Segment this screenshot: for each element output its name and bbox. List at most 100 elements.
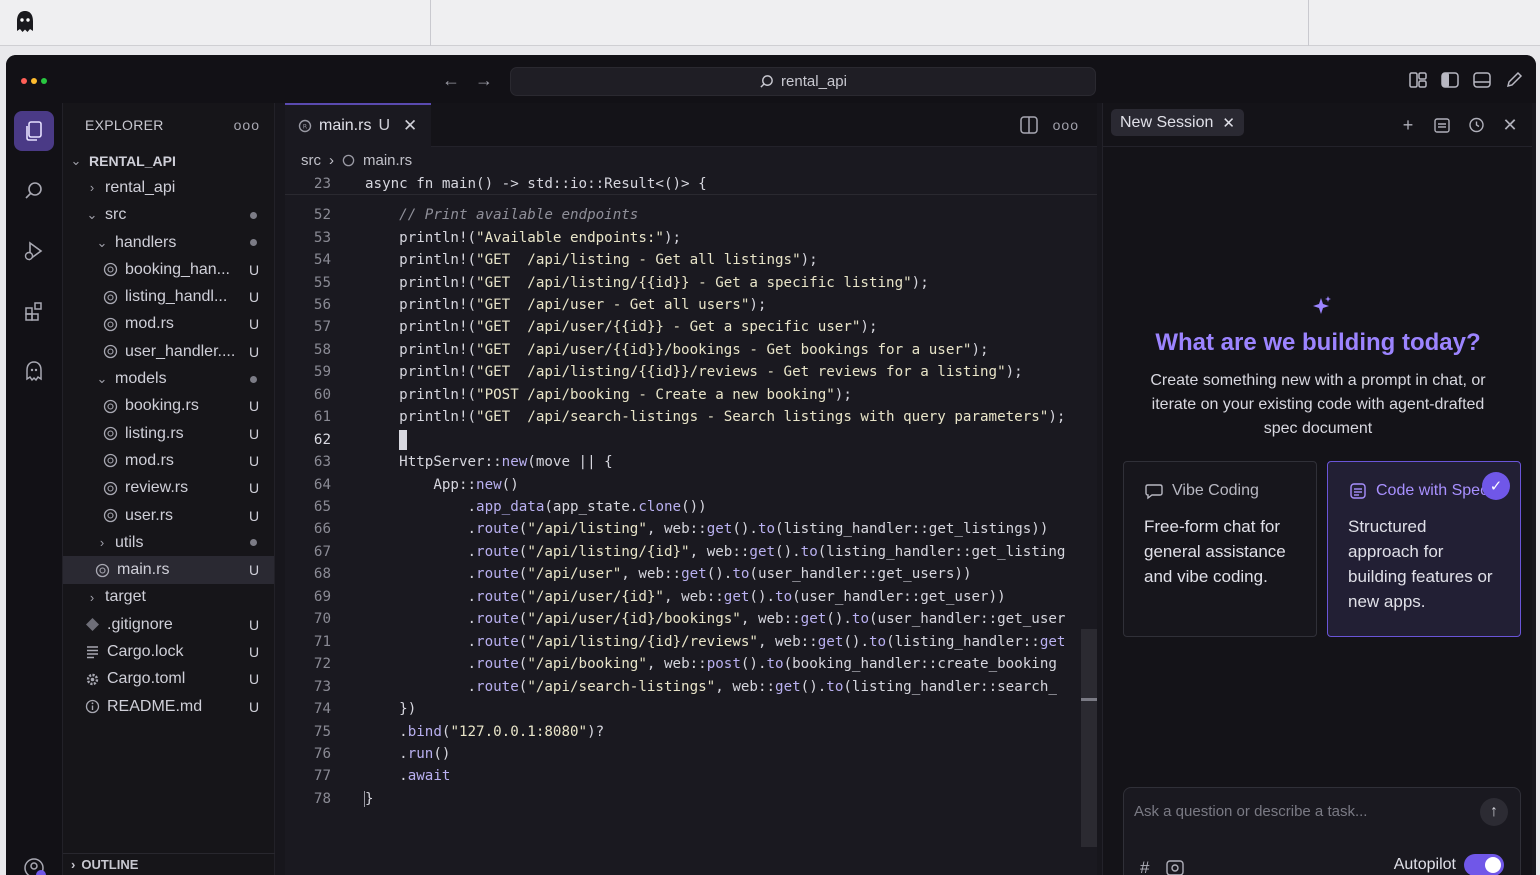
code-line[interactable]: 60 println!("POST /api/booking - Create … bbox=[285, 384, 1097, 406]
editor-group: R main.rs U ✕ ooo src › main.rs 23 async… bbox=[285, 103, 1097, 875]
run-debug-activity-button[interactable] bbox=[14, 231, 54, 271]
tree-file[interactable]: listing_handl... U bbox=[63, 283, 274, 310]
code-line[interactable]: 62 bbox=[285, 429, 1097, 451]
tree-file[interactable]: user.rs U bbox=[63, 502, 274, 529]
code-line[interactable]: 74 }) bbox=[285, 698, 1097, 720]
code-line[interactable]: 58 println!("GET /api/user/{{id}}/bookin… bbox=[285, 339, 1097, 361]
code-line[interactable]: 72 .route("/api/booking", web::post().to… bbox=[285, 653, 1097, 675]
explorer-title: EXPLORER bbox=[85, 117, 164, 133]
code-line[interactable]: 77 .await bbox=[285, 765, 1097, 787]
close-panel-icon[interactable]: ✕ bbox=[1500, 115, 1520, 135]
new-session-plus-icon[interactable]: + bbox=[1398, 115, 1418, 135]
history-icon[interactable] bbox=[1466, 115, 1486, 135]
back-arrow-icon[interactable]: ← bbox=[439, 69, 463, 91]
tree-file[interactable]: booking_han... U bbox=[63, 256, 274, 283]
editor-more-icon[interactable]: ooo bbox=[1053, 117, 1079, 133]
code-line[interactable]: 73 .route("/api/search-listings", web::g… bbox=[285, 675, 1097, 697]
tree-file[interactable]: .gitignore U bbox=[63, 611, 274, 638]
tree-file[interactable]: mod.rs U bbox=[63, 447, 274, 474]
outline-section[interactable]: › OUTLINE bbox=[63, 853, 275, 875]
account-icon bbox=[24, 858, 46, 875]
tree-folder[interactable]: ⌄ models bbox=[63, 365, 274, 392]
code-line[interactable]: 76 .run() bbox=[285, 743, 1097, 765]
tree-folder[interactable]: ⌄ src bbox=[63, 202, 274, 229]
tree-file[interactable]: README.md U bbox=[63, 693, 274, 720]
explorer-activity-button[interactable] bbox=[14, 111, 54, 151]
code-line[interactable]: 54 println!("GET /api/listing - Get all … bbox=[285, 249, 1097, 271]
window-controls[interactable] bbox=[21, 78, 47, 84]
forward-arrow-icon[interactable]: → bbox=[472, 69, 496, 91]
explorer-more-button[interactable]: ooo bbox=[234, 117, 260, 133]
code-line[interactable]: 61 println!("GET /api/search-listings - … bbox=[285, 406, 1097, 428]
send-button[interactable]: ↑ bbox=[1480, 798, 1508, 826]
extensions-activity-button[interactable] bbox=[14, 291, 54, 331]
tree-folder[interactable]: › utils bbox=[63, 529, 274, 556]
code-line[interactable]: 68 .route("/api/user", web::get().to(use… bbox=[285, 563, 1097, 585]
tree-file[interactable]: Cargo.lock U bbox=[63, 638, 274, 665]
tree-item-label: target bbox=[105, 588, 146, 606]
tree-file[interactable]: user_handler.... U bbox=[63, 338, 274, 365]
code-line[interactable]: 69 .route("/api/user/{id}", web::get().t… bbox=[285, 586, 1097, 608]
code-line[interactable]: 56 println!("GET /api/user - Get all use… bbox=[285, 294, 1097, 316]
line-number: 64 bbox=[313, 476, 331, 493]
minimize-window-button[interactable] bbox=[31, 78, 37, 84]
code-text: // Print available endpoints bbox=[365, 207, 639, 224]
image-attach-icon[interactable] bbox=[1165, 859, 1185, 875]
tree-file[interactable]: booking.rs U bbox=[63, 393, 274, 420]
sticky-scroll-line[interactable]: 23 async fn main() -> std::io::Result<()… bbox=[285, 173, 1097, 196]
tree-file[interactable]: review.rs U bbox=[63, 475, 274, 502]
session-tab[interactable]: New Session ✕ bbox=[1111, 109, 1244, 136]
session-list-icon[interactable] bbox=[1432, 115, 1452, 135]
tree-folder[interactable]: › target bbox=[63, 584, 274, 611]
code-line[interactable]: 59 println!("GET /api/listing/{{id}}/rev… bbox=[285, 361, 1097, 383]
code-line[interactable]: 67 .route("/api/listing/{id}", web::get(… bbox=[285, 541, 1097, 563]
code-line[interactable]: 78} bbox=[285, 788, 1097, 810]
card-description: Free-form chat for general assistance an… bbox=[1144, 517, 1286, 586]
ghost-icon bbox=[26, 361, 42, 382]
line-number: 76 bbox=[313, 745, 331, 762]
tab-close-icon[interactable]: ✕ bbox=[403, 116, 417, 136]
split-editor-icon[interactable] bbox=[1019, 115, 1039, 135]
customize-layout-icon[interactable] bbox=[1408, 70, 1428, 90]
code-line[interactable]: 75 .bind("127.0.0.1:8080")? bbox=[285, 720, 1097, 742]
code-line[interactable]: 55 println!("GET /api/listing/{{id}} - G… bbox=[285, 271, 1097, 293]
code-line[interactable]: 52 // Print available endpoints bbox=[285, 204, 1097, 226]
tree-file[interactable]: listing.rs U bbox=[63, 420, 274, 447]
code-with-spec-card[interactable]: Code with Spec Structured approach for b… bbox=[1327, 461, 1521, 637]
tree-item-label: user.rs bbox=[125, 506, 174, 524]
tree-file[interactable]: main.rs U bbox=[63, 556, 274, 584]
vibe-coding-card[interactable]: Vibe Coding Free-form chat for general a… bbox=[1123, 461, 1317, 637]
code-line[interactable]: 65 .app_data(app_state.clone()) bbox=[285, 496, 1097, 518]
tree-item-label: .gitignore bbox=[107, 615, 173, 633]
code-line[interactable]: 66 .route("/api/listing", web::get().to(… bbox=[285, 518, 1097, 540]
edit-pencil-icon[interactable] bbox=[1504, 70, 1524, 90]
code-line[interactable]: 64 App::new() bbox=[285, 473, 1097, 495]
hash-context-icon[interactable]: # bbox=[1140, 858, 1149, 875]
close-window-button[interactable] bbox=[21, 78, 27, 84]
code-line[interactable]: 57 println!("GET /api/user/{{id}} - Get … bbox=[285, 316, 1097, 338]
tree-folder[interactable]: › rental_api bbox=[63, 174, 274, 201]
autopilot-toggle[interactable] bbox=[1464, 854, 1504, 875]
close-icon[interactable]: ✕ bbox=[1222, 114, 1235, 132]
tree-folder[interactable]: ⌄ handlers bbox=[63, 229, 274, 256]
code-line[interactable]: 71 .route("/api/listing/{id}/reviews", w… bbox=[285, 631, 1097, 653]
kiro-ghost-activity-button[interactable] bbox=[14, 351, 54, 391]
breadcrumb-file[interactable]: main.rs bbox=[363, 152, 412, 169]
search-activity-button[interactable] bbox=[14, 171, 54, 211]
tree-file[interactable]: mod.rs U bbox=[63, 311, 274, 338]
zoom-window-button[interactable] bbox=[41, 78, 47, 84]
toggle-sidebar-icon[interactable] bbox=[1440, 70, 1460, 90]
info-icon bbox=[85, 699, 100, 714]
toggle-panel-icon[interactable] bbox=[1472, 70, 1492, 90]
tree-file[interactable]: Cargo.toml U bbox=[63, 666, 274, 693]
breadcrumb-folder[interactable]: src bbox=[301, 152, 321, 169]
code-line[interactable]: 63 HttpServer::new(move || { bbox=[285, 451, 1097, 473]
command-search-bar[interactable]: rental_api bbox=[510, 67, 1096, 96]
tab-main-rs[interactable]: R main.rs U ✕ bbox=[285, 103, 431, 147]
code-line[interactable]: 53 println!("Available endpoints:"); bbox=[285, 226, 1097, 248]
code-line[interactable]: 70 .route("/api/user/{id}/bookings", web… bbox=[285, 608, 1097, 630]
account-activity-button[interactable] bbox=[14, 848, 54, 875]
tree-root[interactable]: ⌄ RENTAL_API bbox=[63, 147, 274, 174]
code-area[interactable]: 23 async fn main() -> std::io::Result<()… bbox=[285, 173, 1097, 875]
chat-input[interactable] bbox=[1134, 800, 1474, 822]
